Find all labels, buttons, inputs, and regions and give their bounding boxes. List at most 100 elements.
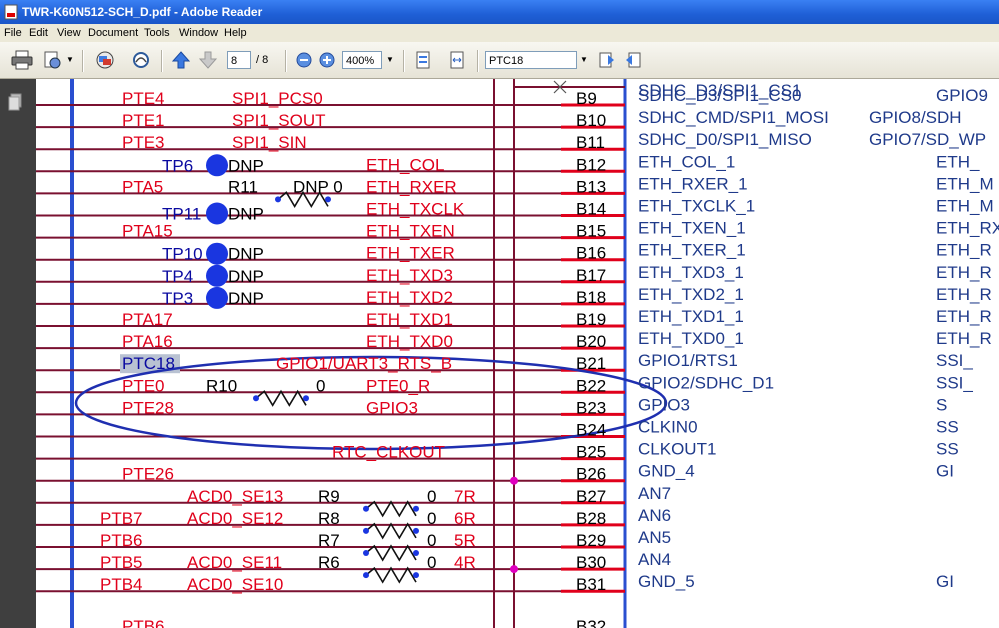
zoom-out-icon[interactable] [295, 50, 313, 70]
dnp-label: DNP [228, 289, 264, 308]
net-label: ETH_TXCLK [366, 200, 465, 219]
print-icon[interactable] [10, 50, 34, 70]
net-label: PTB6 [100, 531, 143, 550]
net-label: PTA15 [122, 222, 173, 241]
menu-help[interactable]: Help [224, 24, 247, 42]
pin-number: B21 [576, 354, 606, 373]
net-label: ACD0_SE12 [187, 509, 283, 528]
pin-number: B17 [576, 266, 606, 285]
menu-edit[interactable]: Edit [29, 24, 48, 42]
toolbar-separator [477, 50, 479, 72]
zoom-dropdown-icon[interactable]: ▼ [384, 52, 396, 68]
pin-function-label: ETH_TXD3_1 [638, 263, 744, 282]
resistor-value: DNP 0 [293, 177, 343, 196]
far-pin-label: S [936, 395, 947, 414]
resistor-pin [363, 527, 369, 534]
sign-icon[interactable] [131, 50, 151, 70]
resistor-pin [363, 550, 369, 556]
far-pin-label: ETH_R [936, 241, 992, 260]
resistor-value: 0 [427, 487, 436, 506]
net-label: 6R [454, 509, 476, 528]
resistor-symbol [365, 500, 417, 518]
find-dropdown-icon[interactable]: ▼ [578, 52, 590, 68]
menu-view[interactable]: View [57, 24, 81, 42]
net-label: SPI1_PCS0 [232, 89, 323, 108]
junction-dot [510, 476, 518, 485]
pin-function-label: CLKIN0 [638, 418, 698, 437]
resistor-ref: R11 [228, 177, 258, 196]
test-point-label: TP10 [162, 245, 203, 264]
attach-icon[interactable] [42, 50, 62, 70]
pin-function-label: AN6 [638, 506, 671, 525]
far-pin-label: SS [936, 418, 959, 437]
test-point-pad [206, 242, 228, 265]
find-input[interactable]: PTC18 [485, 51, 577, 69]
net-label: SPI1_SIN [232, 133, 307, 152]
resistor-pin [413, 572, 419, 579]
resistor-value: 0 [427, 509, 436, 528]
test-point-label: TP11 [162, 205, 201, 224]
pin-number: B15 [576, 222, 606, 241]
net-label: SPI1_SOUT [232, 111, 326, 130]
menu-document[interactable]: Document [88, 24, 138, 42]
document-canvas[interactable]: SDHC_D3/SPI1_CS1 B9 SDHC_D3/SPI1_CS0 GPIO9 P… [36, 79, 999, 628]
far-pin-label: ETH_M [936, 197, 994, 216]
far-pin-label: GPIO7/SD_WP [869, 130, 986, 149]
resistor-ref: R6 [318, 553, 340, 572]
pin-function-label: ETH_TXD0_1 [638, 329, 744, 348]
toolbar-separator [403, 50, 405, 72]
net-label: RTC_CLKOUT [332, 443, 445, 462]
net-label: PTA5 [122, 177, 163, 196]
pin-function-label: ETH_COL_1 [638, 152, 735, 171]
find-next-icon[interactable] [624, 50, 642, 70]
zoom-level-input[interactable]: 400% [342, 51, 382, 69]
menu-tools[interactable]: Tools [144, 24, 170, 42]
next-page-icon[interactable] [198, 50, 218, 70]
resistor-ref: R10 [206, 376, 237, 395]
attach-dropdown-icon[interactable]: ▼ [64, 52, 76, 68]
page-number-input[interactable]: 8 [227, 51, 251, 69]
prev-page-icon[interactable] [171, 50, 191, 70]
far-pin-label: ETH_ [936, 152, 980, 171]
menu-file[interactable]: File [4, 24, 22, 42]
test-point-pad [206, 154, 228, 177]
pin-number: B19 [576, 310, 606, 329]
pin-function-label: ETH_TXER_1 [638, 241, 746, 260]
resistor-pin [413, 505, 419, 512]
fit-width-icon[interactable] [448, 50, 466, 70]
net-label: ETH_TXD1 [366, 310, 453, 329]
net-label: PTE3 [122, 133, 165, 152]
pin-number: B18 [576, 288, 606, 307]
far-pin-label: ETH_R [936, 307, 992, 326]
resistor-symbol [365, 544, 417, 562]
pin-function-label: GPIO1/RTS1 [638, 351, 738, 370]
test-point-label: TP6 [162, 156, 193, 175]
pages-panel-icon[interactable] [8, 93, 22, 111]
net-label: PTE0 [122, 376, 165, 395]
pin-number: B29 [576, 531, 606, 550]
find-prev-icon[interactable] [598, 50, 616, 70]
window-title: TWR-K60N512-SCH_D.pdf - Adobe Reader [22, 5, 263, 19]
resistor-value: 0 [316, 376, 325, 395]
pin-function-label: AN7 [638, 484, 671, 503]
net-label: ETH_TXER [366, 244, 455, 263]
pin-function-label: AN4 [638, 550, 671, 569]
pin-number: B31 [576, 575, 606, 594]
net-label: PTB7 [100, 509, 143, 528]
zoom-in-icon[interactable] [318, 50, 336, 70]
pin-number: B24 [576, 421, 606, 440]
far-pin-label: SSI_ [936, 351, 973, 370]
collaborate-icon[interactable] [94, 50, 116, 70]
pin-number: B9 [576, 89, 597, 108]
net-label: PTB5 [100, 553, 143, 572]
resistor-pin [325, 196, 331, 203]
schematic-labels: SDHC_D3/SPI1_CS1B9 SDHC_D3/SPI1_CS0 GPIO9P… [100, 81, 999, 628]
menu-window[interactable]: Window [179, 24, 218, 42]
test-point-pad [206, 202, 228, 225]
pin-function-label: ETH_RXER_1 [638, 174, 748, 193]
fit-page-icon[interactable] [414, 50, 432, 70]
pin-function-label: SDHC_CMD/SPI1_MOSI [638, 108, 829, 127]
net-label: 5R [454, 531, 476, 550]
resistor-symbol [365, 566, 417, 584]
dnp-label: DNP [228, 245, 264, 264]
